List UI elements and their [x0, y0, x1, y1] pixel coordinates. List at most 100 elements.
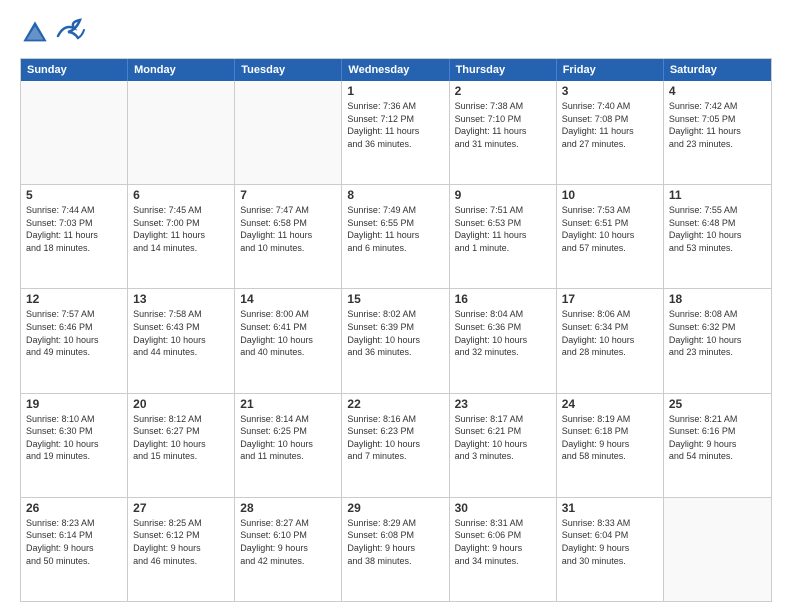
day-number: 13: [133, 292, 229, 306]
day-number: 3: [562, 84, 658, 98]
empty-cell: [235, 81, 342, 184]
page: SundayMondayTuesdayWednesdayThursdayFrid…: [0, 0, 792, 612]
day-info: Sunrise: 7:57 AM Sunset: 6:46 PM Dayligh…: [26, 308, 122, 358]
empty-cell: [128, 81, 235, 184]
day-info: Sunrise: 8:31 AM Sunset: 6:06 PM Dayligh…: [455, 517, 551, 567]
day-cell-8: 8 Sunrise: 7:49 AM Sunset: 6:55 PM Daylig…: [342, 185, 449, 288]
day-number: 14: [240, 292, 336, 306]
day-number: 30: [455, 501, 551, 515]
day-number: 28: [240, 501, 336, 515]
day-number: 8: [347, 188, 443, 202]
day-info: Sunrise: 8:21 AM Sunset: 6:16 PM Dayligh…: [669, 413, 766, 463]
day-info: Sunrise: 8:29 AM Sunset: 6:08 PM Dayligh…: [347, 517, 443, 567]
day-cell-17: 17 Sunrise: 8:06 AM Sunset: 6:34 PM Dayli…: [557, 289, 664, 392]
day-number: 23: [455, 397, 551, 411]
day-cell-25: 25 Sunrise: 8:21 AM Sunset: 6:16 PM Dayli…: [664, 394, 771, 497]
day-info: Sunrise: 8:02 AM Sunset: 6:39 PM Dayligh…: [347, 308, 443, 358]
day-info: Sunrise: 8:10 AM Sunset: 6:30 PM Dayligh…: [26, 413, 122, 463]
day-info: Sunrise: 7:49 AM Sunset: 6:55 PM Dayligh…: [347, 204, 443, 254]
day-cell-16: 16Sunrise: 8:04 AM Sunset: 6:36 PM Dayli…: [450, 289, 557, 392]
day-info: Sunrise: 8:14 AM Sunset: 6:25 PM Dayligh…: [240, 413, 336, 463]
empty-cell: [664, 498, 771, 601]
day-cell-3: 3 Sunrise: 7:40 AM Sunset: 7:08 PM Daylig…: [557, 81, 664, 184]
day-cell-31: 31 Sunrise: 8:33 AM Sunset: 6:04 PM Dayli…: [557, 498, 664, 601]
day-number: 15: [347, 292, 443, 306]
day-number: 31: [562, 501, 658, 515]
day-cell-23: 23Sunrise: 8:17 AM Sunset: 6:21 PM Dayli…: [450, 394, 557, 497]
day-number: 16: [455, 292, 551, 306]
header-day-thursday: Thursday: [450, 59, 557, 81]
day-cell-21: 21Sunrise: 8:14 AM Sunset: 6:25 PM Dayli…: [235, 394, 342, 497]
header-day-wednesday: Wednesday: [342, 59, 449, 81]
calendar-row-3: 12Sunrise: 7:57 AM Sunset: 6:46 PM Dayli…: [21, 288, 771, 392]
calendar: SundayMondayTuesdayWednesdayThursdayFrid…: [20, 58, 772, 602]
day-number: 4: [669, 84, 766, 98]
day-cell-1: 1 Sunrise: 7:36 AM Sunset: 7:12 PM Daylig…: [342, 81, 449, 184]
day-cell-22: 22 Sunrise: 8:16 AM Sunset: 6:23 PM Dayli…: [342, 394, 449, 497]
day-cell-6: 6Sunrise: 7:45 AM Sunset: 7:00 PM Daylig…: [128, 185, 235, 288]
header-day-friday: Friday: [557, 59, 664, 81]
calendar-row-1: 1 Sunrise: 7:36 AM Sunset: 7:12 PM Daylig…: [21, 81, 771, 184]
header: [20, 16, 772, 50]
day-number: 10: [562, 188, 658, 202]
day-info: Sunrise: 8:23 AM Sunset: 6:14 PM Dayligh…: [26, 517, 122, 567]
day-cell-27: 27Sunrise: 8:25 AM Sunset: 6:12 PM Dayli…: [128, 498, 235, 601]
day-cell-7: 7 Sunrise: 7:47 AM Sunset: 6:58 PM Daylig…: [235, 185, 342, 288]
day-number: 7: [240, 188, 336, 202]
day-info: Sunrise: 8:33 AM Sunset: 6:04 PM Dayligh…: [562, 517, 658, 567]
day-number: 22: [347, 397, 443, 411]
day-cell-13: 13Sunrise: 7:58 AM Sunset: 6:43 PM Dayli…: [128, 289, 235, 392]
day-info: Sunrise: 7:45 AM Sunset: 7:00 PM Dayligh…: [133, 204, 229, 254]
day-info: Sunrise: 7:47 AM Sunset: 6:58 PM Dayligh…: [240, 204, 336, 254]
day-info: Sunrise: 7:44 AM Sunset: 7:03 PM Dayligh…: [26, 204, 122, 254]
day-cell-15: 15 Sunrise: 8:02 AM Sunset: 6:39 PM Dayli…: [342, 289, 449, 392]
day-number: 26: [26, 501, 122, 515]
day-cell-18: 18 Sunrise: 8:08 AM Sunset: 6:32 PM Dayli…: [664, 289, 771, 392]
day-info: Sunrise: 8:00 AM Sunset: 6:41 PM Dayligh…: [240, 308, 336, 358]
day-number: 20: [133, 397, 229, 411]
calendar-header: SundayMondayTuesdayWednesdayThursdayFrid…: [21, 59, 771, 81]
day-cell-11: 11 Sunrise: 7:55 AM Sunset: 6:48 PM Dayli…: [664, 185, 771, 288]
logo-bird-icon: [54, 16, 88, 50]
day-cell-20: 20 Sunrise: 8:12 AM Sunset: 6:27 PM Dayli…: [128, 394, 235, 497]
day-number: 25: [669, 397, 766, 411]
header-day-saturday: Saturday: [664, 59, 771, 81]
day-number: 17: [562, 292, 658, 306]
day-info: Sunrise: 7:36 AM Sunset: 7:12 PM Dayligh…: [347, 100, 443, 150]
header-day-monday: Monday: [128, 59, 235, 81]
day-cell-2: 2Sunrise: 7:38 AM Sunset: 7:10 PM Daylig…: [450, 81, 557, 184]
day-info: Sunrise: 8:27 AM Sunset: 6:10 PM Dayligh…: [240, 517, 336, 567]
day-info: Sunrise: 7:51 AM Sunset: 6:53 PM Dayligh…: [455, 204, 551, 254]
day-number: 18: [669, 292, 766, 306]
day-info: Sunrise: 7:55 AM Sunset: 6:48 PM Dayligh…: [669, 204, 766, 254]
day-cell-5: 5Sunrise: 7:44 AM Sunset: 7:03 PM Daylig…: [21, 185, 128, 288]
day-number: 29: [347, 501, 443, 515]
day-cell-10: 10Sunrise: 7:53 AM Sunset: 6:51 PM Dayli…: [557, 185, 664, 288]
day-info: Sunrise: 8:08 AM Sunset: 6:32 PM Dayligh…: [669, 308, 766, 358]
logo-icon: [20, 18, 50, 48]
calendar-row-2: 5Sunrise: 7:44 AM Sunset: 7:03 PM Daylig…: [21, 184, 771, 288]
day-cell-12: 12Sunrise: 7:57 AM Sunset: 6:46 PM Dayli…: [21, 289, 128, 392]
day-number: 2: [455, 84, 551, 98]
day-cell-30: 30 Sunrise: 8:31 AM Sunset: 6:06 PM Dayli…: [450, 498, 557, 601]
day-cell-14: 14 Sunrise: 8:00 AM Sunset: 6:41 PM Dayli…: [235, 289, 342, 392]
day-number: 24: [562, 397, 658, 411]
day-info: Sunrise: 8:06 AM Sunset: 6:34 PM Dayligh…: [562, 308, 658, 358]
day-number: 1: [347, 84, 443, 98]
day-info: Sunrise: 7:40 AM Sunset: 7:08 PM Dayligh…: [562, 100, 658, 150]
day-info: Sunrise: 8:19 AM Sunset: 6:18 PM Dayligh…: [562, 413, 658, 463]
calendar-body: 1 Sunrise: 7:36 AM Sunset: 7:12 PM Daylig…: [21, 81, 771, 601]
day-info: Sunrise: 8:16 AM Sunset: 6:23 PM Dayligh…: [347, 413, 443, 463]
day-cell-29: 29 Sunrise: 8:29 AM Sunset: 6:08 PM Dayli…: [342, 498, 449, 601]
day-number: 27: [133, 501, 229, 515]
day-info: Sunrise: 7:42 AM Sunset: 7:05 PM Dayligh…: [669, 100, 766, 150]
calendar-row-4: 19 Sunrise: 8:10 AM Sunset: 6:30 PM Dayli…: [21, 393, 771, 497]
day-info: Sunrise: 8:12 AM Sunset: 6:27 PM Dayligh…: [133, 413, 229, 463]
day-number: 11: [669, 188, 766, 202]
header-day-sunday: Sunday: [21, 59, 128, 81]
day-number: 19: [26, 397, 122, 411]
logo: [20, 16, 92, 50]
day-cell-28: 28 Sunrise: 8:27 AM Sunset: 6:10 PM Dayli…: [235, 498, 342, 601]
day-number: 9: [455, 188, 551, 202]
day-cell-9: 9 Sunrise: 7:51 AM Sunset: 6:53 PM Daylig…: [450, 185, 557, 288]
